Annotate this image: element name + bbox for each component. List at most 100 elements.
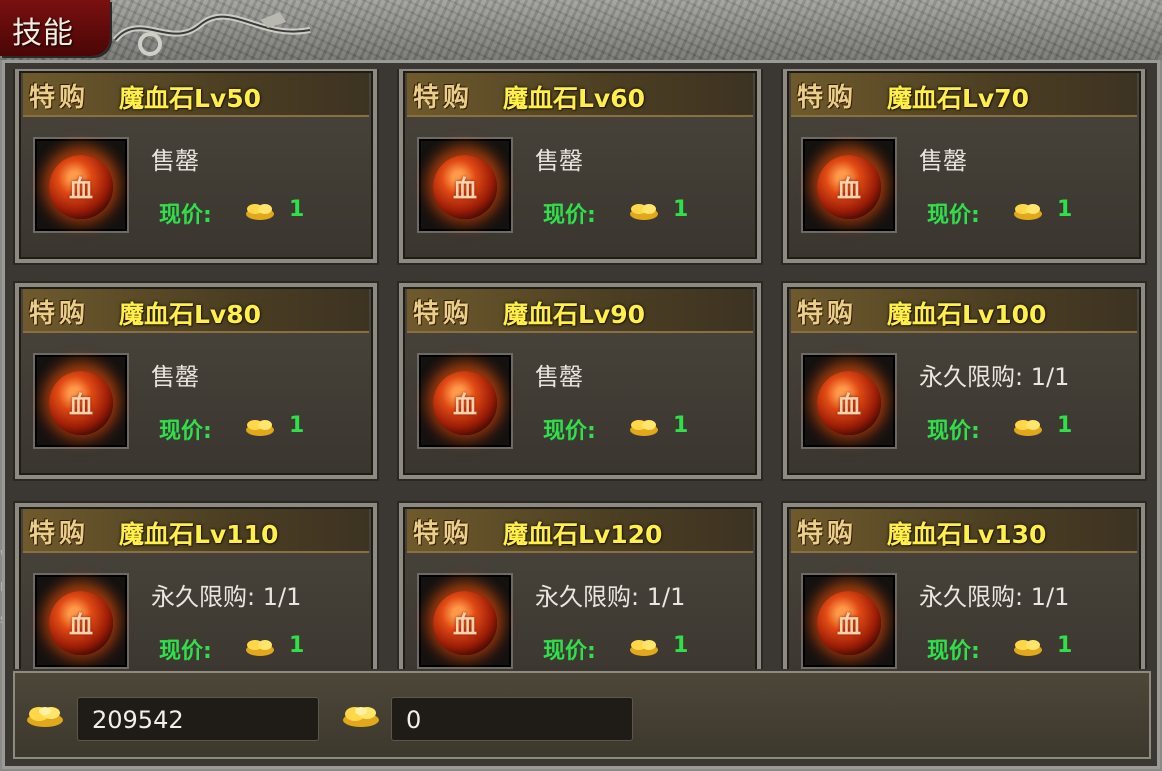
blood-stone-orb-icon: 血	[817, 155, 881, 219]
item-name: 魔血石Lv130	[887, 520, 1047, 549]
gold-ingot-icon	[630, 640, 658, 656]
price-value: 1	[673, 633, 689, 658]
orb-glyph: 血	[837, 391, 861, 419]
special-purchase-tag: 特购	[29, 519, 90, 549]
item-slot[interactable]: 血	[33, 353, 129, 449]
shop-item-card[interactable]: 特购 魔血石Lv120 血 永久限购: 1/1 现价: 1	[399, 503, 761, 669]
gold-ingot-icon	[630, 420, 658, 436]
shop-item-card[interactable]: 特购 魔血石Lv90 血 售罄 现价: 1	[399, 283, 761, 479]
shop-item-card[interactable]: 特购 魔血石Lv80 血 售罄 现价: 1	[15, 283, 377, 479]
blood-stone-orb-icon: 血	[433, 371, 497, 435]
gold-ingot-icon	[246, 204, 274, 220]
gold-ingot-icon	[27, 707, 63, 727]
blood-stone-orb-icon: 血	[817, 591, 881, 655]
item-slot[interactable]: 血	[417, 353, 513, 449]
item-header: 特购 魔血石Lv60	[407, 73, 753, 117]
item-status: 售罄	[535, 363, 583, 391]
shop-item-card[interactable]: 特购 魔血石Lv50 血 售罄 现价: 1	[15, 69, 377, 263]
item-status: 永久限购: 1/1	[151, 583, 302, 611]
price-value: 1	[1057, 413, 1073, 438]
orb-glyph: 血	[453, 611, 477, 639]
item-name: 魔血石Lv100	[887, 300, 1047, 329]
item-slot[interactable]: 血	[801, 137, 897, 233]
item-slot[interactable]: 血	[417, 573, 513, 669]
tab-title: 技能	[12, 16, 74, 51]
price-value: 1	[289, 197, 305, 222]
item-header: 特购 魔血石Lv100	[791, 289, 1137, 333]
item-header: 特购 魔血石Lv50	[23, 73, 369, 117]
price-value: 1	[1057, 197, 1073, 222]
gold-ingot-icon	[630, 204, 658, 220]
blood-stone-orb-icon: 血	[49, 371, 113, 435]
gold-ingot-icon	[1014, 204, 1042, 220]
orb-glyph: 血	[453, 175, 477, 203]
price-label: 现价:	[159, 203, 212, 228]
blood-stone-orb-icon: 血	[433, 155, 497, 219]
item-slot[interactable]: 血	[801, 353, 897, 449]
skills-tab[interactable]: 技能	[0, 0, 110, 56]
item-name: 魔血石Lv50	[119, 84, 262, 113]
item-slot[interactable]: 血	[33, 137, 129, 233]
special-purchase-tag: 特购	[413, 299, 474, 329]
item-status: 售罄	[151, 147, 199, 175]
price-value: 1	[289, 633, 305, 658]
item-status: 售罄	[151, 363, 199, 391]
item-slot[interactable]: 血	[33, 573, 129, 669]
special-purchase-tag: 特购	[797, 299, 858, 329]
orb-glyph: 血	[837, 611, 861, 639]
item-name: 魔血石Lv120	[503, 520, 663, 549]
price-label: 现价:	[927, 639, 980, 664]
item-name: 魔血石Lv80	[119, 300, 262, 329]
item-status: 永久限购: 1/1	[919, 583, 1070, 611]
dragon-ornament-icon	[112, 12, 311, 56]
item-grid[interactable]: 特购 魔血石Lv50 血 售罄 现价: 1 特购 魔血石Lv60 血 售罄 现价…	[13, 69, 1153, 669]
item-header: 特购 魔血石Lv90	[407, 289, 753, 333]
price-value: 1	[1057, 633, 1073, 658]
item-name: 魔血石Lv70	[887, 84, 1030, 113]
item-header: 特购 魔血石Lv80	[23, 289, 369, 333]
orb-glyph: 血	[453, 391, 477, 419]
special-purchase-tag: 特购	[29, 83, 90, 113]
price-label: 现价:	[927, 419, 980, 444]
price-label: 现价:	[159, 639, 212, 664]
shop-item-card[interactable]: 特购 魔血石Lv130 血 永久限购: 1/1 现价: 1	[783, 503, 1145, 669]
currency-bar: 209542 0	[13, 671, 1151, 759]
item-header: 特购 魔血石Lv110	[23, 509, 369, 553]
bound-gold-amount-field: 0	[391, 697, 633, 741]
item-slot[interactable]: 血	[417, 137, 513, 233]
shop-item-card[interactable]: 特购 魔血石Lv70 血 售罄 现价: 1	[783, 69, 1145, 263]
item-name: 魔血石Lv60	[503, 84, 646, 113]
gold-amount-field: 209542	[77, 697, 319, 741]
orb-glyph: 血	[69, 175, 93, 203]
shop-item-card[interactable]: 特购 魔血石Lv60 血 售罄 现价: 1	[399, 69, 761, 263]
price-value: 1	[673, 413, 689, 438]
special-purchase-tag: 特购	[29, 299, 90, 329]
item-slot[interactable]: 血	[801, 573, 897, 669]
price-label: 现价:	[543, 419, 596, 444]
blood-stone-orb-icon: 血	[49, 591, 113, 655]
shop-item-card[interactable]: 特购 魔血石Lv110 血 永久限购: 1/1 现价: 1	[15, 503, 377, 669]
item-status: 永久限购: 1/1	[919, 363, 1070, 391]
item-status: 永久限购: 1/1	[535, 583, 686, 611]
price-label: 现价:	[159, 419, 212, 444]
item-header: 特购 魔血石Lv120	[407, 509, 753, 553]
price-label: 现价:	[927, 203, 980, 228]
item-status: 售罄	[919, 147, 967, 175]
item-name: 魔血石Lv90	[503, 300, 646, 329]
shop-panel: 特购 魔血石Lv50 血 售罄 现价: 1 特购 魔血石Lv60 血 售罄 现价…	[2, 60, 1160, 769]
special-purchase-tag: 特购	[413, 519, 474, 549]
item-header: 特购 魔血石Lv70	[791, 73, 1137, 117]
gold-ingot-icon	[246, 640, 274, 656]
price-label: 现价:	[543, 639, 596, 664]
price-label: 现价:	[543, 203, 596, 228]
gold-ingot-icon	[1014, 640, 1042, 656]
gold-ingot-icon	[246, 420, 274, 436]
item-header: 特购 魔血石Lv130	[791, 509, 1137, 553]
shop-item-card[interactable]: 特购 魔血石Lv100 血 永久限购: 1/1 现价: 1	[783, 283, 1145, 479]
special-purchase-tag: 特购	[413, 83, 474, 113]
blood-stone-orb-icon: 血	[433, 591, 497, 655]
price-value: 1	[289, 413, 305, 438]
gold-ingot-icon	[343, 707, 379, 727]
blood-stone-orb-icon: 血	[49, 155, 113, 219]
orb-glyph: 血	[69, 611, 93, 639]
